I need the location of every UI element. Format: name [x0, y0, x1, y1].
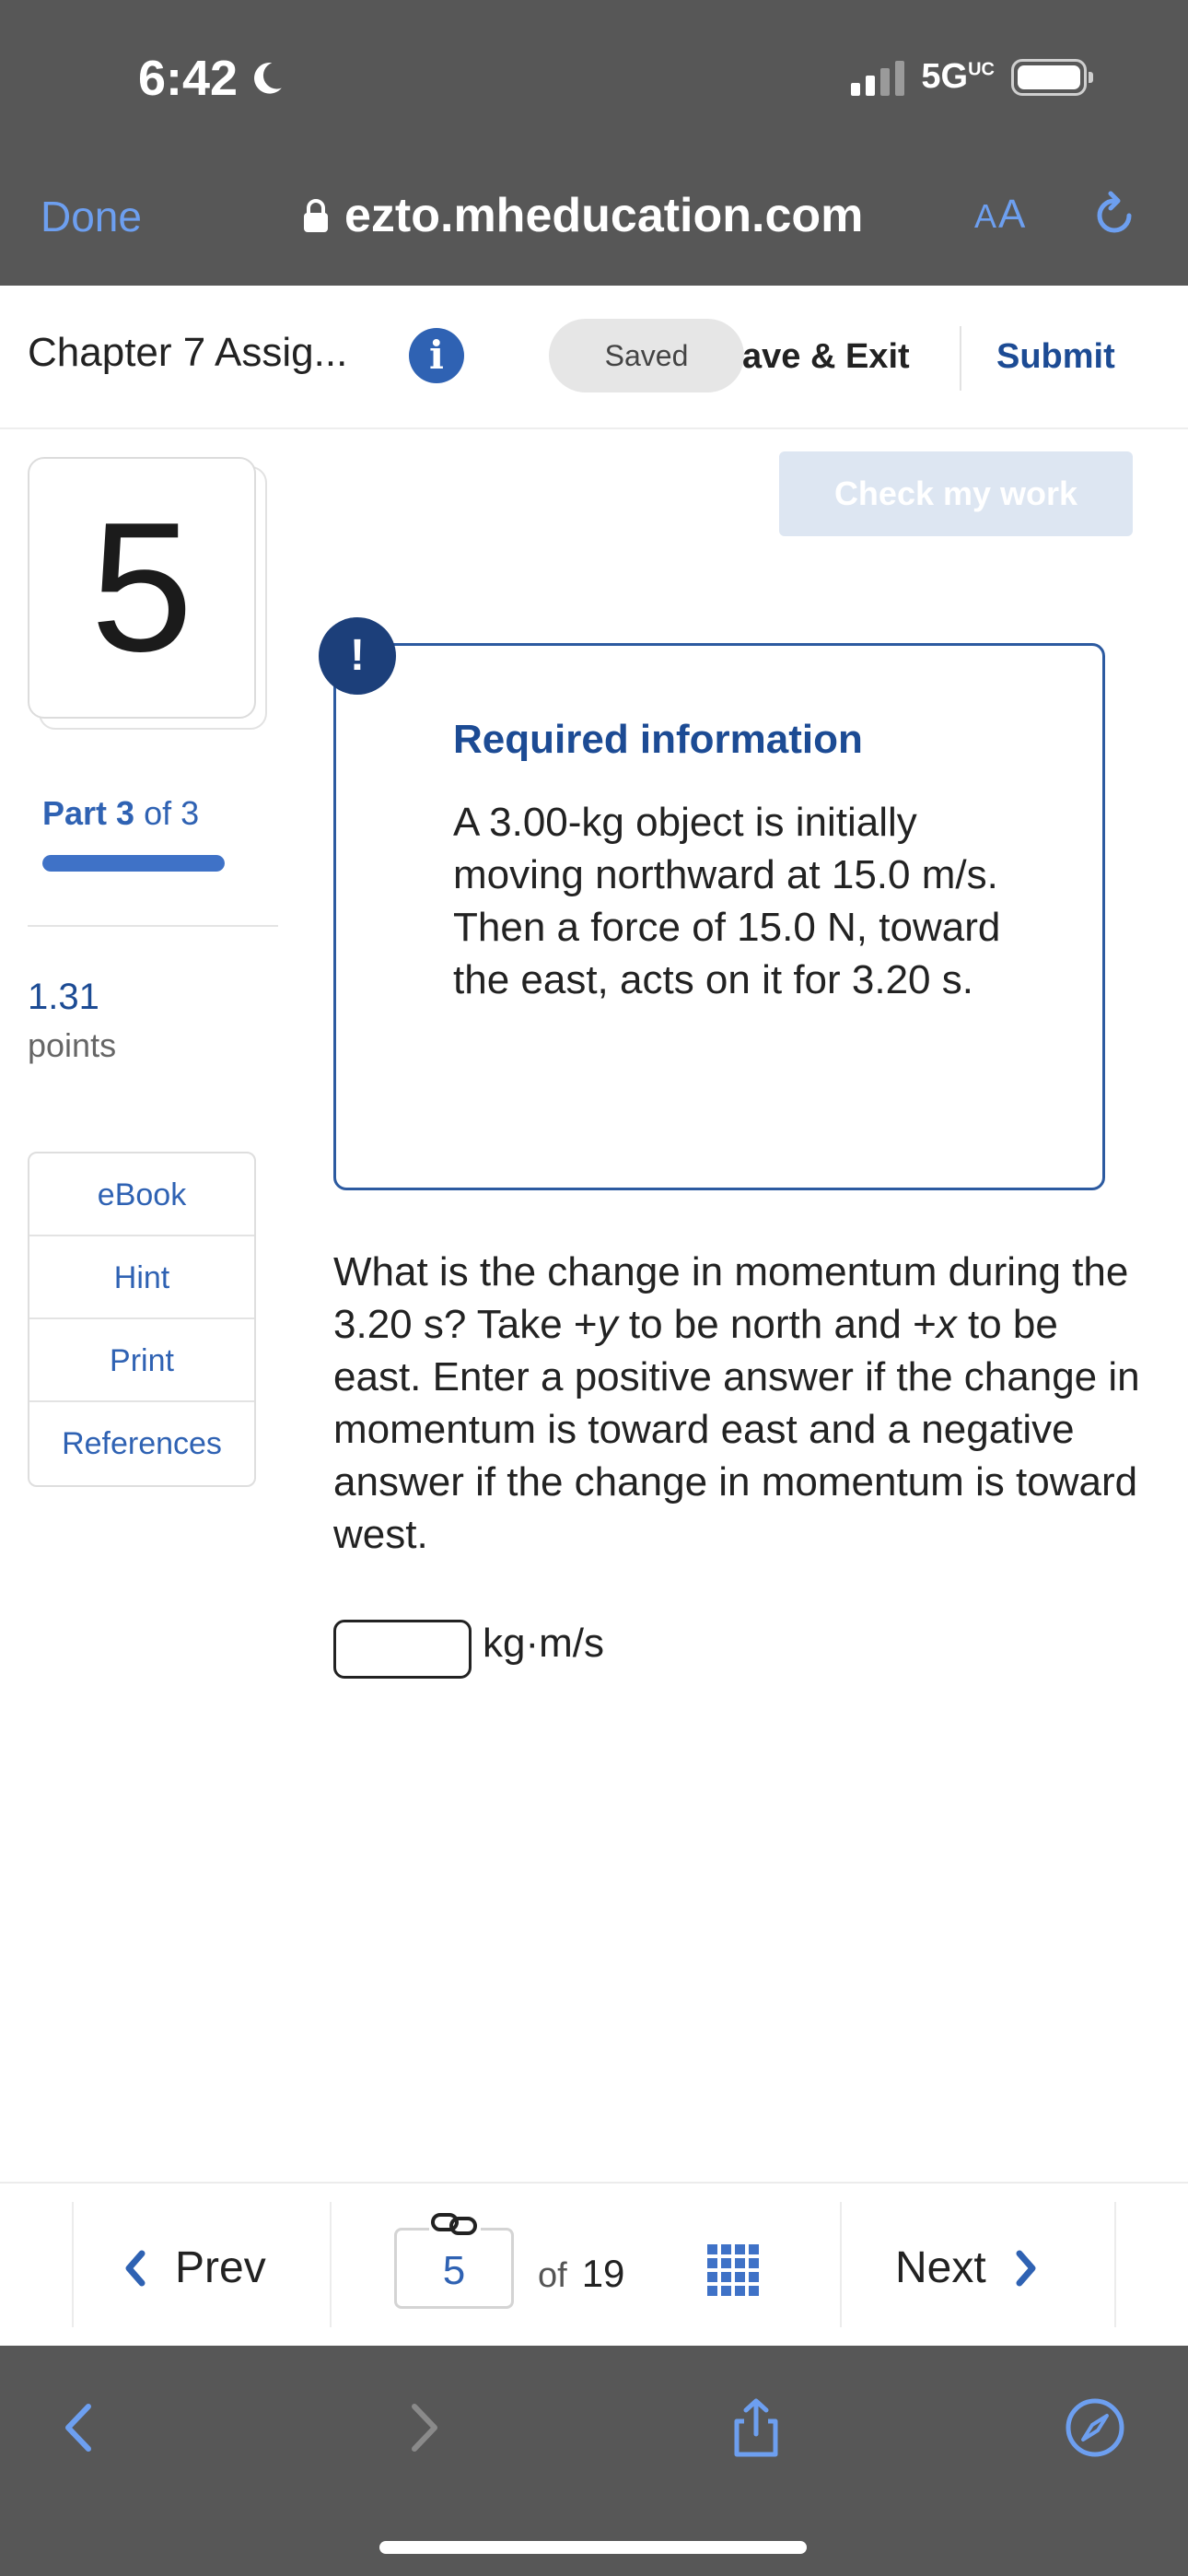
chevron-left-icon	[125, 2250, 146, 2286]
network-label: 5GUC	[921, 57, 995, 96]
next-label: Next	[895, 2243, 986, 2292]
prev-label: Prev	[175, 2243, 266, 2292]
status-right: 5GUC	[851, 57, 1093, 97]
chevron-right-icon	[1016, 2250, 1036, 2286]
submit-button[interactable]: Submit	[996, 337, 1115, 377]
current-page-box[interactable]: 5	[394, 2228, 514, 2309]
left-divider	[28, 925, 278, 927]
print-button[interactable]: Print	[29, 1319, 254, 1402]
browser-chrome-top: 6:42 5GUC Done ezto.mheducation.com AA	[0, 0, 1188, 286]
assignment-title: Chapter 7 Assig...	[28, 330, 348, 375]
status-time: 6:42	[138, 50, 285, 107]
save-exit-button[interactable]: ave & Exit	[742, 337, 910, 377]
url-bar[interactable]: ezto.mheducation.com	[302, 188, 863, 243]
points-label: points	[28, 1026, 117, 1064]
required-info-title: Required information	[453, 717, 863, 762]
saved-badge: Saved	[549, 319, 744, 392]
header-divider	[960, 326, 961, 391]
hint-button[interactable]: Hint	[29, 1236, 254, 1319]
lock-icon	[304, 199, 328, 232]
references-button[interactable]: References	[29, 1402, 254, 1485]
required-info-text: A 3.00-kg object is initially moving nor…	[453, 800, 1001, 1002]
url-text: ezto.mheducation.com	[344, 189, 864, 242]
part-progress-bar	[42, 855, 225, 872]
status-time-text: 6:42	[138, 51, 239, 106]
page-total: of 19	[538, 2252, 625, 2295]
moon-icon	[254, 63, 282, 94]
back-icon[interactable]	[48, 2395, 112, 2460]
part-indicator: Part 3 of 3	[42, 794, 200, 832]
nav-separator	[330, 2202, 332, 2327]
info-icon[interactable]: i	[409, 328, 464, 383]
battery-icon	[1011, 58, 1093, 96]
points-value: 1.31	[28, 977, 99, 1017]
nav-separator	[1114, 2202, 1116, 2327]
assignment-header: Chapter 7 Assig... i Saved ave & Exit Su…	[0, 286, 1188, 429]
alert-icon: !	[319, 617, 396, 695]
done-button[interactable]: Done	[41, 192, 142, 241]
link-icon	[429, 2209, 481, 2239]
question-navigation: Prev 5 of 19 Next	[0, 2182, 1188, 2346]
forward-icon[interactable]	[390, 2395, 455, 2460]
grid-icon[interactable]	[707, 2244, 759, 2296]
resource-tools: eBook Hint Print References	[28, 1152, 256, 1487]
ebook-button[interactable]: eBook	[29, 1153, 254, 1236]
question-text: What is the change in momentum during th…	[333, 1249, 1140, 1557]
nav-separator	[72, 2202, 74, 2327]
nav-separator	[840, 2202, 842, 2327]
next-button[interactable]: Next	[895, 2242, 1040, 2293]
check-my-work-button[interactable]: Check my work	[779, 451, 1133, 536]
part-progress-fill	[42, 855, 225, 872]
answer-unit: kg·m/s	[483, 1621, 604, 1666]
reader-text-size-button[interactable]: AA	[974, 192, 1027, 238]
share-icon[interactable]	[724, 2395, 788, 2460]
answer-input[interactable]	[333, 1620, 472, 1679]
prev-button[interactable]: Prev	[122, 2242, 266, 2293]
question-number: 5	[90, 485, 193, 690]
signal-icon	[851, 59, 905, 96]
reload-icon[interactable]	[1089, 190, 1140, 241]
home-indicator	[379, 2541, 807, 2554]
compass-icon[interactable]	[1063, 2395, 1127, 2460]
